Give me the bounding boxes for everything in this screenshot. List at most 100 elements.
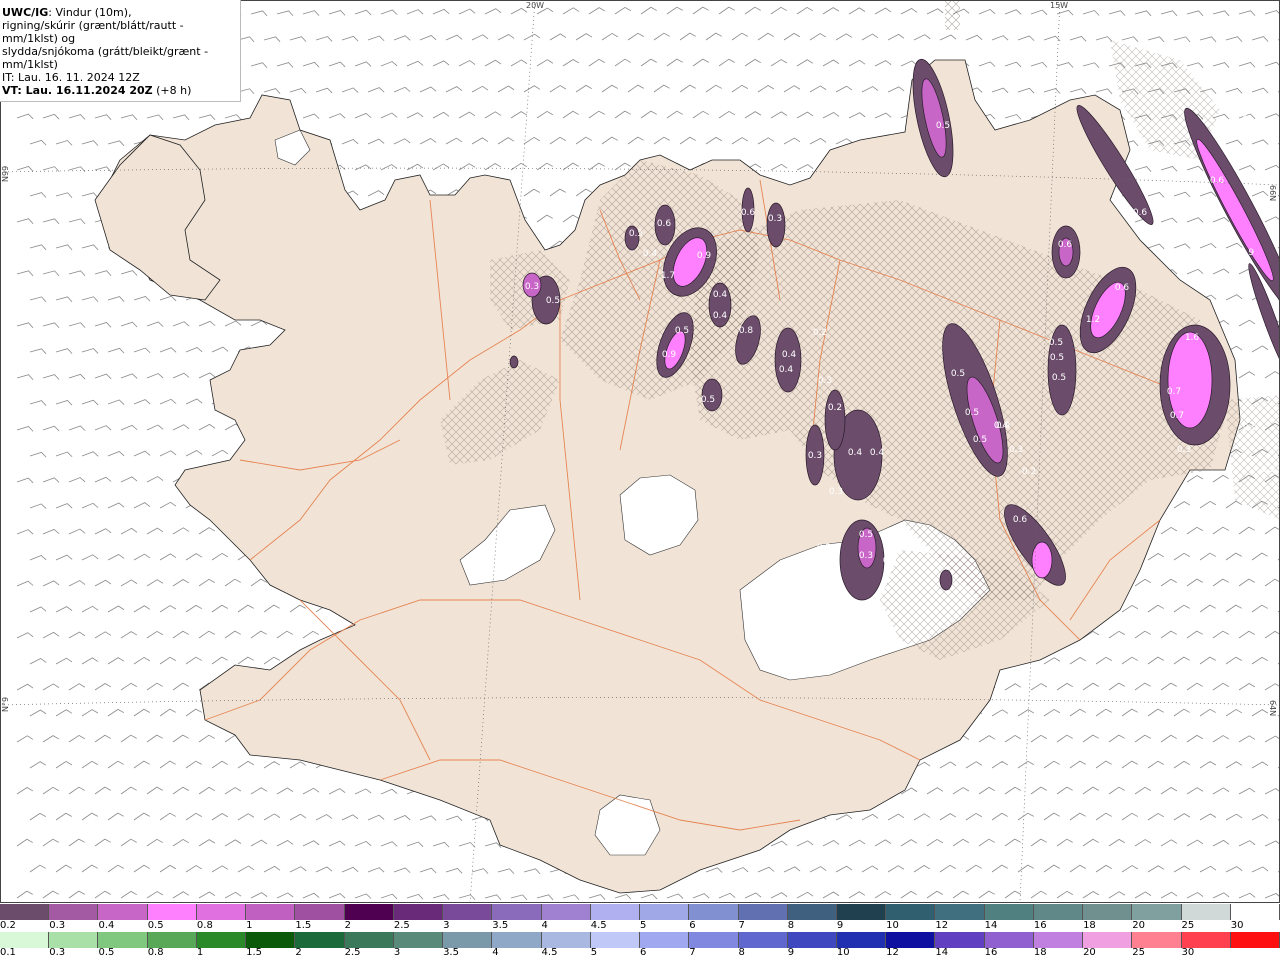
colorbar-cell <box>393 932 444 948</box>
colorbar-tick-label: 4.5 <box>590 920 607 931</box>
colorbar-tick-label: 5 <box>590 947 598 958</box>
precip-value-label: 1.6 <box>1185 333 1200 343</box>
geo-label-64n: 64N <box>1268 700 1277 716</box>
precip-value-label: 0.7 <box>1167 387 1181 397</box>
map-legend: UWC/IG: Vindur (10m), rigning/skúrir (gr… <box>0 0 241 102</box>
precip-value-label: 0.4 <box>870 448 885 458</box>
colorbar-tick-label: 8 <box>738 947 745 958</box>
precip-value-label: 0.6 <box>1013 515 1028 525</box>
colorbar-tick-label: 7 <box>738 920 745 931</box>
precip-value-label: 1.7 <box>661 271 675 281</box>
colorbar-tick-label: 12 <box>935 920 949 931</box>
colorbar-tick-label: 2.5 <box>344 947 361 958</box>
precip-value-label: 0.5 <box>675 326 689 336</box>
colorbar-tick-label: 30 <box>1181 947 1195 958</box>
model-name: UWC/IG <box>2 6 49 19</box>
precip-value-label: 0.3 <box>808 451 822 461</box>
colorbar-tick-label: 1 <box>246 920 253 931</box>
colorbar-tick-label: 20 <box>1083 947 1096 958</box>
colorbar-tick-label: 14 <box>935 947 949 958</box>
colorbar-tick-label: 10 <box>836 947 850 958</box>
colorbar-tick-label: 0.1 <box>0 947 16 958</box>
precip-value-label: 0.2 <box>813 328 827 338</box>
precip-value-label: 0.6 <box>1115 283 1130 293</box>
colorbar-tick-label: 16 <box>984 947 998 958</box>
precip-value-label: 0.5 <box>1243 423 1257 433</box>
valid-time: VT: Lau. 16.11.2024 20Z <box>2 84 153 97</box>
colorbar-cell <box>344 904 394 920</box>
colorbar-cell <box>787 904 837 920</box>
colorbar-cell <box>836 932 887 948</box>
colorbar-cell <box>541 932 591 948</box>
colorbar-tick-label: 30 <box>1230 920 1244 931</box>
geo-label-64n-left: N°9 <box>1 697 10 712</box>
lead-time: (+8 h) <box>152 84 192 97</box>
precip-value-label: 0.4 <box>994 421 1009 431</box>
colorbar-cell <box>935 904 985 920</box>
precip-value-label: 0.5 <box>1052 373 1066 383</box>
precip-value-label: 0.3 <box>829 487 843 497</box>
colorbar-tick-label: 20 <box>1132 920 1146 931</box>
colorbar-cell <box>49 932 99 948</box>
precip-value-label: 0.2 <box>817 543 831 553</box>
colorbar-cell <box>1132 904 1182 920</box>
precip-value-label: 0.4 <box>779 365 794 375</box>
precip-value-label: 0.2 <box>828 403 842 413</box>
precip-value-label: 0.4 <box>713 290 728 300</box>
precip-value-label: 0.5 <box>629 229 643 239</box>
precip-value-label: 0.8 <box>739 326 754 336</box>
rain-colorbar <box>0 932 1280 948</box>
colorbar-tick-label: 25 <box>1132 947 1146 958</box>
colorbar-cell <box>1181 904 1231 920</box>
colorbar-cell <box>1181 932 1231 948</box>
precip-value-label: 0.6 <box>1058 240 1073 250</box>
precip-value-label: 0.3 <box>859 551 873 561</box>
colorbar-tick-label: 0.8 <box>147 947 164 958</box>
colorbar-cell <box>196 904 247 920</box>
precip-value-label: 0.3 <box>1233 113 1247 123</box>
precip-value-label: 0.5 <box>859 530 873 540</box>
colorbar-cell <box>443 932 493 948</box>
precip-value-label: 0.6 <box>1133 208 1148 218</box>
init-time: IT: Lau. 16. 11. 2024 12Z <box>2 71 140 84</box>
colorbar-cell <box>196 932 247 948</box>
colorbar-cell <box>295 932 345 948</box>
precip-value-label: 0.6 <box>1210 176 1225 186</box>
valid-time-line: VT: Lau. 16.11.2024 20Z (+8 h) <box>2 84 234 97</box>
colorbar-cell <box>590 904 641 920</box>
colorbar-tick-label: 3.5 <box>492 920 509 931</box>
colorbar-tick-label: 18 <box>1033 947 1047 958</box>
colorbar-tick-label: 4 <box>541 920 548 931</box>
colorbar-cell <box>147 932 197 948</box>
colorbar-tick-label: 3 <box>393 947 401 958</box>
colorbar-tick-label: 10 <box>886 920 899 931</box>
precip-value-label: 0.3 <box>768 214 782 224</box>
colorbar-cell <box>886 904 936 920</box>
colorbar-tick-label: 7 <box>689 947 696 958</box>
colorbar-tick-label: 1.5 <box>246 947 263 958</box>
colorbar-cell <box>640 932 690 948</box>
colorbar-cell <box>147 904 197 920</box>
precip-value-label: 0.7 <box>1170 411 1184 421</box>
precip-value-label: 0.4 <box>713 311 728 321</box>
precip-value-label: 0.9 <box>662 350 677 360</box>
precip-value-label: 1.2 <box>1086 315 1100 325</box>
precip-value-label: 0.3 <box>1261 465 1275 475</box>
colorbar-cell <box>49 904 99 920</box>
colorbar-cell <box>1083 904 1133 920</box>
precip-value-label: 0.5 <box>973 435 987 445</box>
weather-map: 0.50.30.60.90.50.50.41.70.90.40.40.5 0.80… <box>0 0 1280 903</box>
precip-value-label: 0.3 <box>818 376 832 386</box>
colorbar-tick-label: 9 <box>787 947 795 958</box>
geo-label-15w: 15W <box>1050 1 1068 10</box>
colorbar-cell <box>1132 932 1182 948</box>
colorbar-tick-label: 0.2 <box>0 920 16 931</box>
colorbar-cell <box>1033 932 1084 948</box>
colorbar-cell <box>886 932 936 948</box>
precip-value-label: 0.4 <box>848 448 863 458</box>
colorbar-cell <box>492 904 542 920</box>
precip-value-label: 0.5 <box>701 395 715 405</box>
colorbar-cell <box>787 932 837 948</box>
precip-value-label: 0.4 <box>1249 181 1264 191</box>
colorbar-cell <box>1083 932 1133 948</box>
